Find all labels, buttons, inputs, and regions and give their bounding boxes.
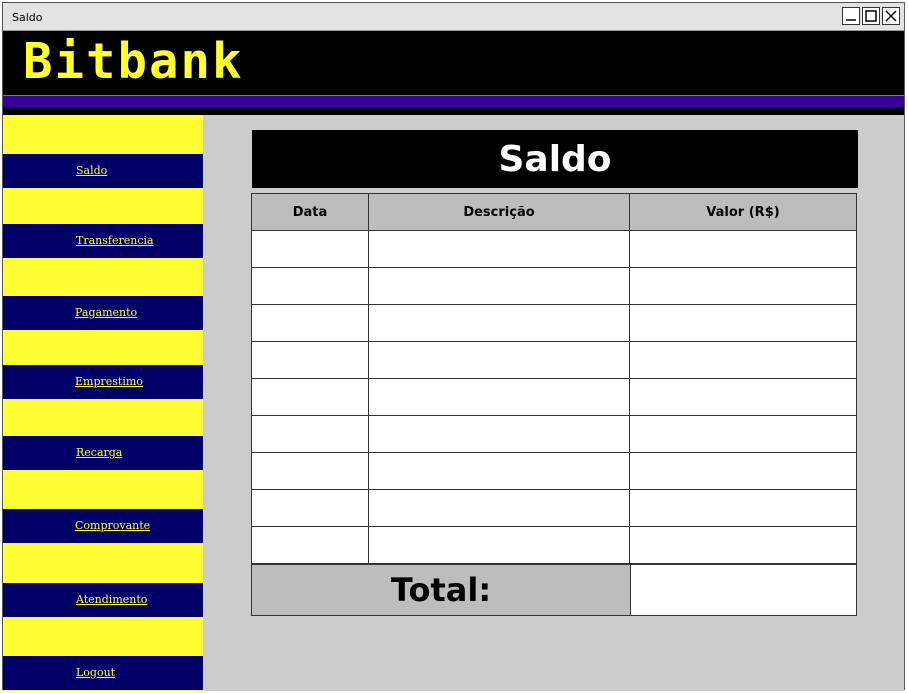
sidebar-item-atendimento[interactable]: Atendimento: [3, 583, 203, 617]
sidebar-item-label[interactable]: Atendimento: [76, 593, 147, 606]
sidebar-item-label[interactable]: Comprovante: [75, 519, 150, 532]
table-cell: [251, 415, 369, 453]
table-cell: [251, 341, 369, 379]
table-cell: [629, 230, 857, 268]
main-content: Saldo Data Descrição Valor (R$) Total:: [203, 115, 904, 691]
table-cell: [251, 378, 369, 416]
table-row: [251, 267, 857, 305]
table-cell: [368, 526, 630, 564]
column-header-valor: Valor (R$): [629, 193, 857, 231]
table-header-row: Data Descrição Valor (R$): [251, 193, 857, 231]
total-label: Total:: [251, 564, 631, 616]
table-cell: [629, 489, 857, 527]
sidebar-item-transferencia[interactable]: Transferencia: [3, 224, 203, 258]
table-row: [251, 378, 857, 416]
sidebar-item-emprestimo[interactable]: Emprestimo: [3, 365, 203, 399]
table-row: [251, 341, 857, 379]
table-cell: [251, 489, 369, 527]
sidebar-item-comprovante[interactable]: Comprovante: [3, 509, 203, 543]
table-cell: [251, 304, 369, 342]
maximize-icon[interactable]: [862, 7, 880, 25]
window-controls: [842, 7, 900, 25]
sidebar-item-label[interactable]: Pagamento: [75, 306, 137, 319]
table-cell: [629, 304, 857, 342]
table-cell: [629, 267, 857, 305]
table-row: [251, 489, 857, 527]
title-bar: Saldo: [3, 3, 904, 31]
table-cell: [629, 341, 857, 379]
table-cell: [251, 230, 369, 268]
header: Bitbank: [3, 31, 904, 95]
table-cell: [368, 415, 630, 453]
table-cell: [368, 304, 630, 342]
close-icon[interactable]: [882, 7, 900, 25]
table-row: [251, 415, 857, 453]
accent-bar: [3, 95, 904, 107]
sidebar-item-pagamento[interactable]: Pagamento: [3, 296, 203, 330]
sidebar-item-saldo[interactable]: Saldo: [3, 154, 203, 188]
table-cell: [368, 452, 630, 490]
column-header-descricao: Descrição: [368, 193, 630, 231]
table-row: [251, 452, 857, 490]
sidebar-item-label[interactable]: Logout: [76, 666, 115, 679]
column-header-data: Data: [251, 193, 369, 231]
table-cell: [368, 341, 630, 379]
sidebar: Saldo Transferencia Pagamento Emprestimo…: [3, 115, 203, 691]
sidebar-item-logout[interactable]: Logout: [3, 656, 203, 690]
minimize-icon[interactable]: [842, 7, 860, 25]
table-cell: [629, 415, 857, 453]
total-value: [631, 564, 857, 616]
table-cell: [368, 378, 630, 416]
sidebar-item-label[interactable]: Transferencia: [76, 234, 154, 247]
sidebar-item-recarga[interactable]: Recarga: [3, 436, 203, 470]
table-cell: [368, 267, 630, 305]
table-cell: [629, 526, 857, 564]
window-title: Saldo: [12, 11, 43, 24]
table-cell: [629, 378, 857, 416]
table-row: [251, 230, 857, 268]
table-row: [251, 526, 857, 564]
table-cell: [368, 489, 630, 527]
page-title: Saldo: [252, 130, 858, 188]
divider: [3, 107, 904, 115]
table-cell: [251, 526, 369, 564]
table-cell: [629, 452, 857, 490]
balance-table: Data Descrição Valor (R$): [251, 193, 857, 564]
app-window: Saldo Bitbank Saldo Transferencia Pagame…: [2, 2, 905, 691]
table-cell: [251, 267, 369, 305]
logo: Bitbank: [23, 33, 244, 90]
table-cell: [251, 452, 369, 490]
sidebar-item-label[interactable]: Saldo: [76, 164, 107, 177]
table-row: [251, 304, 857, 342]
table-cell: [368, 230, 630, 268]
sidebar-item-label[interactable]: Emprestimo: [75, 375, 143, 388]
sidebar-item-label[interactable]: Recarga: [76, 446, 122, 459]
